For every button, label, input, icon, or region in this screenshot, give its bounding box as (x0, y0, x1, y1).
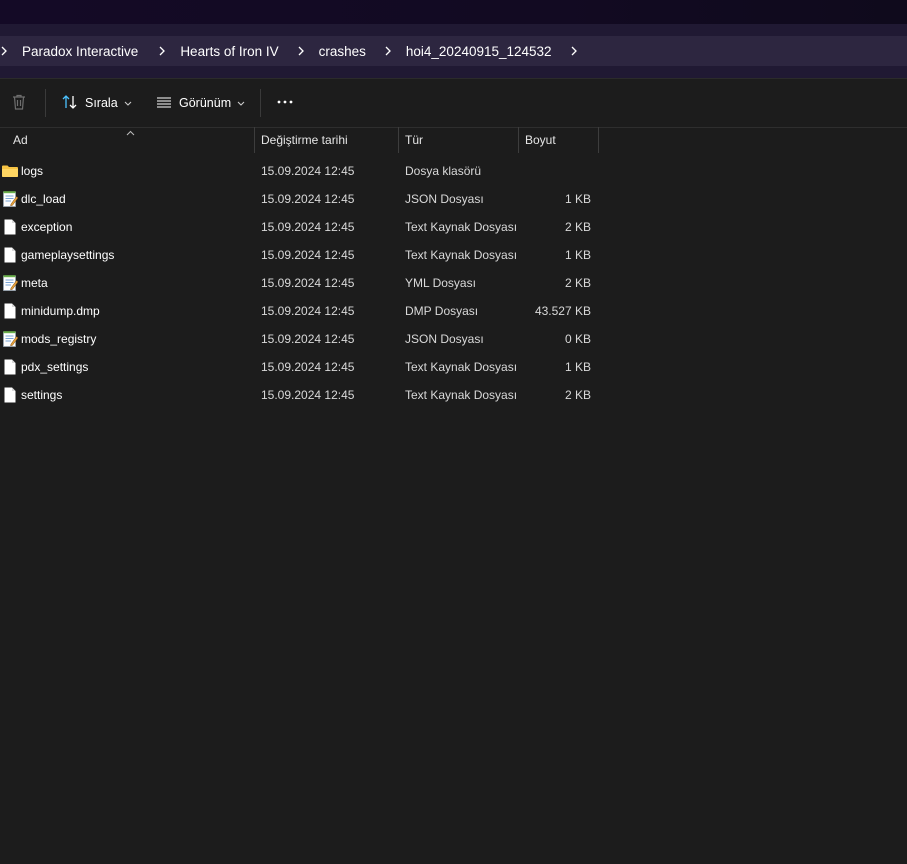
notepad-file-icon (1, 274, 19, 292)
file-row[interactable]: dlc_load 15.09.2024 12:45 JSON Dosyası 1 KB (0, 185, 600, 213)
delete-button[interactable] (10, 87, 28, 119)
file-size: 2 KB (564, 276, 591, 290)
file-icon (1, 302, 19, 320)
file-name: exception (21, 220, 73, 234)
file-list: logs 15.09.2024 12:45 Dosya klasörü dlc_loa… (0, 157, 907, 409)
file-row[interactable]: minidump.dmp 15.09.2024 12:45 DMP Dosyası 4… (0, 297, 600, 325)
chevron-right-icon[interactable] (0, 41, 14, 61)
view-list-icon (155, 93, 173, 114)
column-divider[interactable] (398, 127, 399, 153)
file-date: 15.09.2024 12:45 (261, 220, 355, 234)
notepad-file-icon (1, 190, 19, 208)
file-icon (1, 246, 19, 264)
chevron-right-icon[interactable] (291, 41, 311, 61)
file-name: gameplaysettings (21, 248, 115, 262)
file-row[interactable]: exception 15.09.2024 12:45 Text Kaynak Dos… (0, 213, 600, 241)
file-name: settings (21, 388, 63, 402)
file-name: pdx_settings (21, 360, 89, 374)
more-icon (276, 93, 294, 114)
file-name: mods_registry (21, 332, 97, 346)
file-date: 15.09.2024 12:45 (261, 388, 355, 402)
file-type: Text Kaynak Dosyası (405, 220, 518, 234)
column-divider[interactable] (518, 127, 519, 153)
file-name: dlc_load (21, 192, 66, 206)
chevron-down-icon (237, 96, 245, 110)
notepad-file-icon (1, 330, 19, 348)
file-type: JSON Dosyası (405, 332, 484, 346)
file-type: YML Dosyası (405, 276, 476, 290)
file-date: 15.09.2024 12:45 (261, 304, 355, 318)
file-row[interactable]: meta 15.09.2024 12:45 YML Dosyası 2 KB (0, 269, 600, 297)
toolbar-divider (260, 89, 261, 117)
breadcrumb-item-paradox-interactive[interactable]: Paradox Interactive (18, 44, 142, 59)
file-icon (1, 218, 19, 236)
column-divider[interactable] (598, 127, 599, 153)
column-header-type[interactable]: Tür (405, 127, 510, 153)
column-header-date[interactable]: Değiştirme tarihi (261, 127, 391, 153)
file-name: logs (21, 164, 44, 178)
file-date: 15.09.2024 12:45 (261, 248, 355, 262)
view-button[interactable]: Görünüm (155, 87, 245, 119)
file-type: Dosya klasörü (405, 164, 482, 178)
file-row[interactable]: pdx_settings 15.09.2024 12:45 Text Kaynak … (0, 353, 600, 381)
chevron-right-icon[interactable] (378, 41, 398, 61)
file-row[interactable]: logs 15.09.2024 12:45 Dosya klasörü (0, 157, 600, 185)
view-label: Görünüm (179, 96, 232, 110)
file-size (511, 157, 591, 185)
toolbar-divider (45, 89, 46, 117)
file-name: minidump.dmp (21, 304, 100, 318)
column-divider[interactable] (254, 127, 255, 153)
column-header-size[interactable]: Boyut (525, 127, 595, 153)
breadcrumb-item-crashes[interactable]: crashes (315, 44, 370, 59)
breadcrumb-item-crash-folder[interactable]: hoi4_20240915_124532 (402, 44, 556, 59)
file-date: 15.09.2024 12:45 (261, 332, 355, 346)
file-name: meta (21, 276, 48, 290)
folder-icon (1, 162, 19, 180)
file-size: 1 KB (564, 360, 591, 374)
file-size: 2 KB (564, 220, 591, 234)
file-size: 1 KB (564, 192, 591, 206)
file-size: 0 KB (564, 332, 591, 346)
breadcrumb: Paradox Interactive Hearts of Iron IV cr… (0, 36, 907, 66)
file-date: 15.09.2024 12:45 (261, 164, 355, 178)
file-date: 15.09.2024 12:45 (261, 360, 355, 374)
sort-icon (61, 93, 79, 114)
file-type: Text Kaynak Dosyası (405, 248, 518, 262)
file-icon (1, 386, 19, 404)
breadcrumb-item-hearts-of-iron-iv[interactable]: Hearts of Iron IV (176, 44, 282, 59)
file-type: DMP Dosyası (405, 304, 479, 318)
file-type: JSON Dosyası (405, 192, 484, 206)
trash-icon (10, 93, 28, 114)
column-header-row: Ad Değiştirme tarihi Tür Boyut (0, 127, 907, 153)
file-size: 2 KB (564, 388, 591, 402)
file-icon (1, 358, 19, 376)
file-row[interactable]: gameplaysettings 15.09.2024 12:45 Text Kay… (0, 241, 600, 269)
chevron-right-icon[interactable] (564, 41, 584, 61)
command-bar: Sırala Görünüm (0, 78, 907, 128)
file-type: Text Kaynak Dosyası (405, 360, 518, 374)
address-bar: Paradox Interactive Hearts of Iron IV cr… (0, 24, 907, 78)
file-type: Text Kaynak Dosyası (405, 388, 518, 402)
file-date: 15.09.2024 12:45 (261, 276, 355, 290)
sort-label: Sırala (85, 96, 118, 110)
file-size: 43.527 KB (534, 304, 591, 318)
file-size: 1 KB (564, 248, 591, 262)
file-date: 15.09.2024 12:45 (261, 192, 355, 206)
chevron-down-icon (124, 96, 132, 110)
column-header-name[interactable]: Ad (13, 127, 243, 153)
file-row[interactable]: mods_registry 15.09.2024 12:45 JSON Dosyas… (0, 325, 600, 353)
window-titlebar (0, 0, 907, 24)
file-row[interactable]: settings 15.09.2024 12:45 Text Kaynak Dosy… (0, 381, 600, 409)
chevron-right-icon[interactable] (152, 41, 172, 61)
more-options-button[interactable] (276, 87, 294, 119)
sort-button[interactable]: Sırala (61, 87, 132, 119)
